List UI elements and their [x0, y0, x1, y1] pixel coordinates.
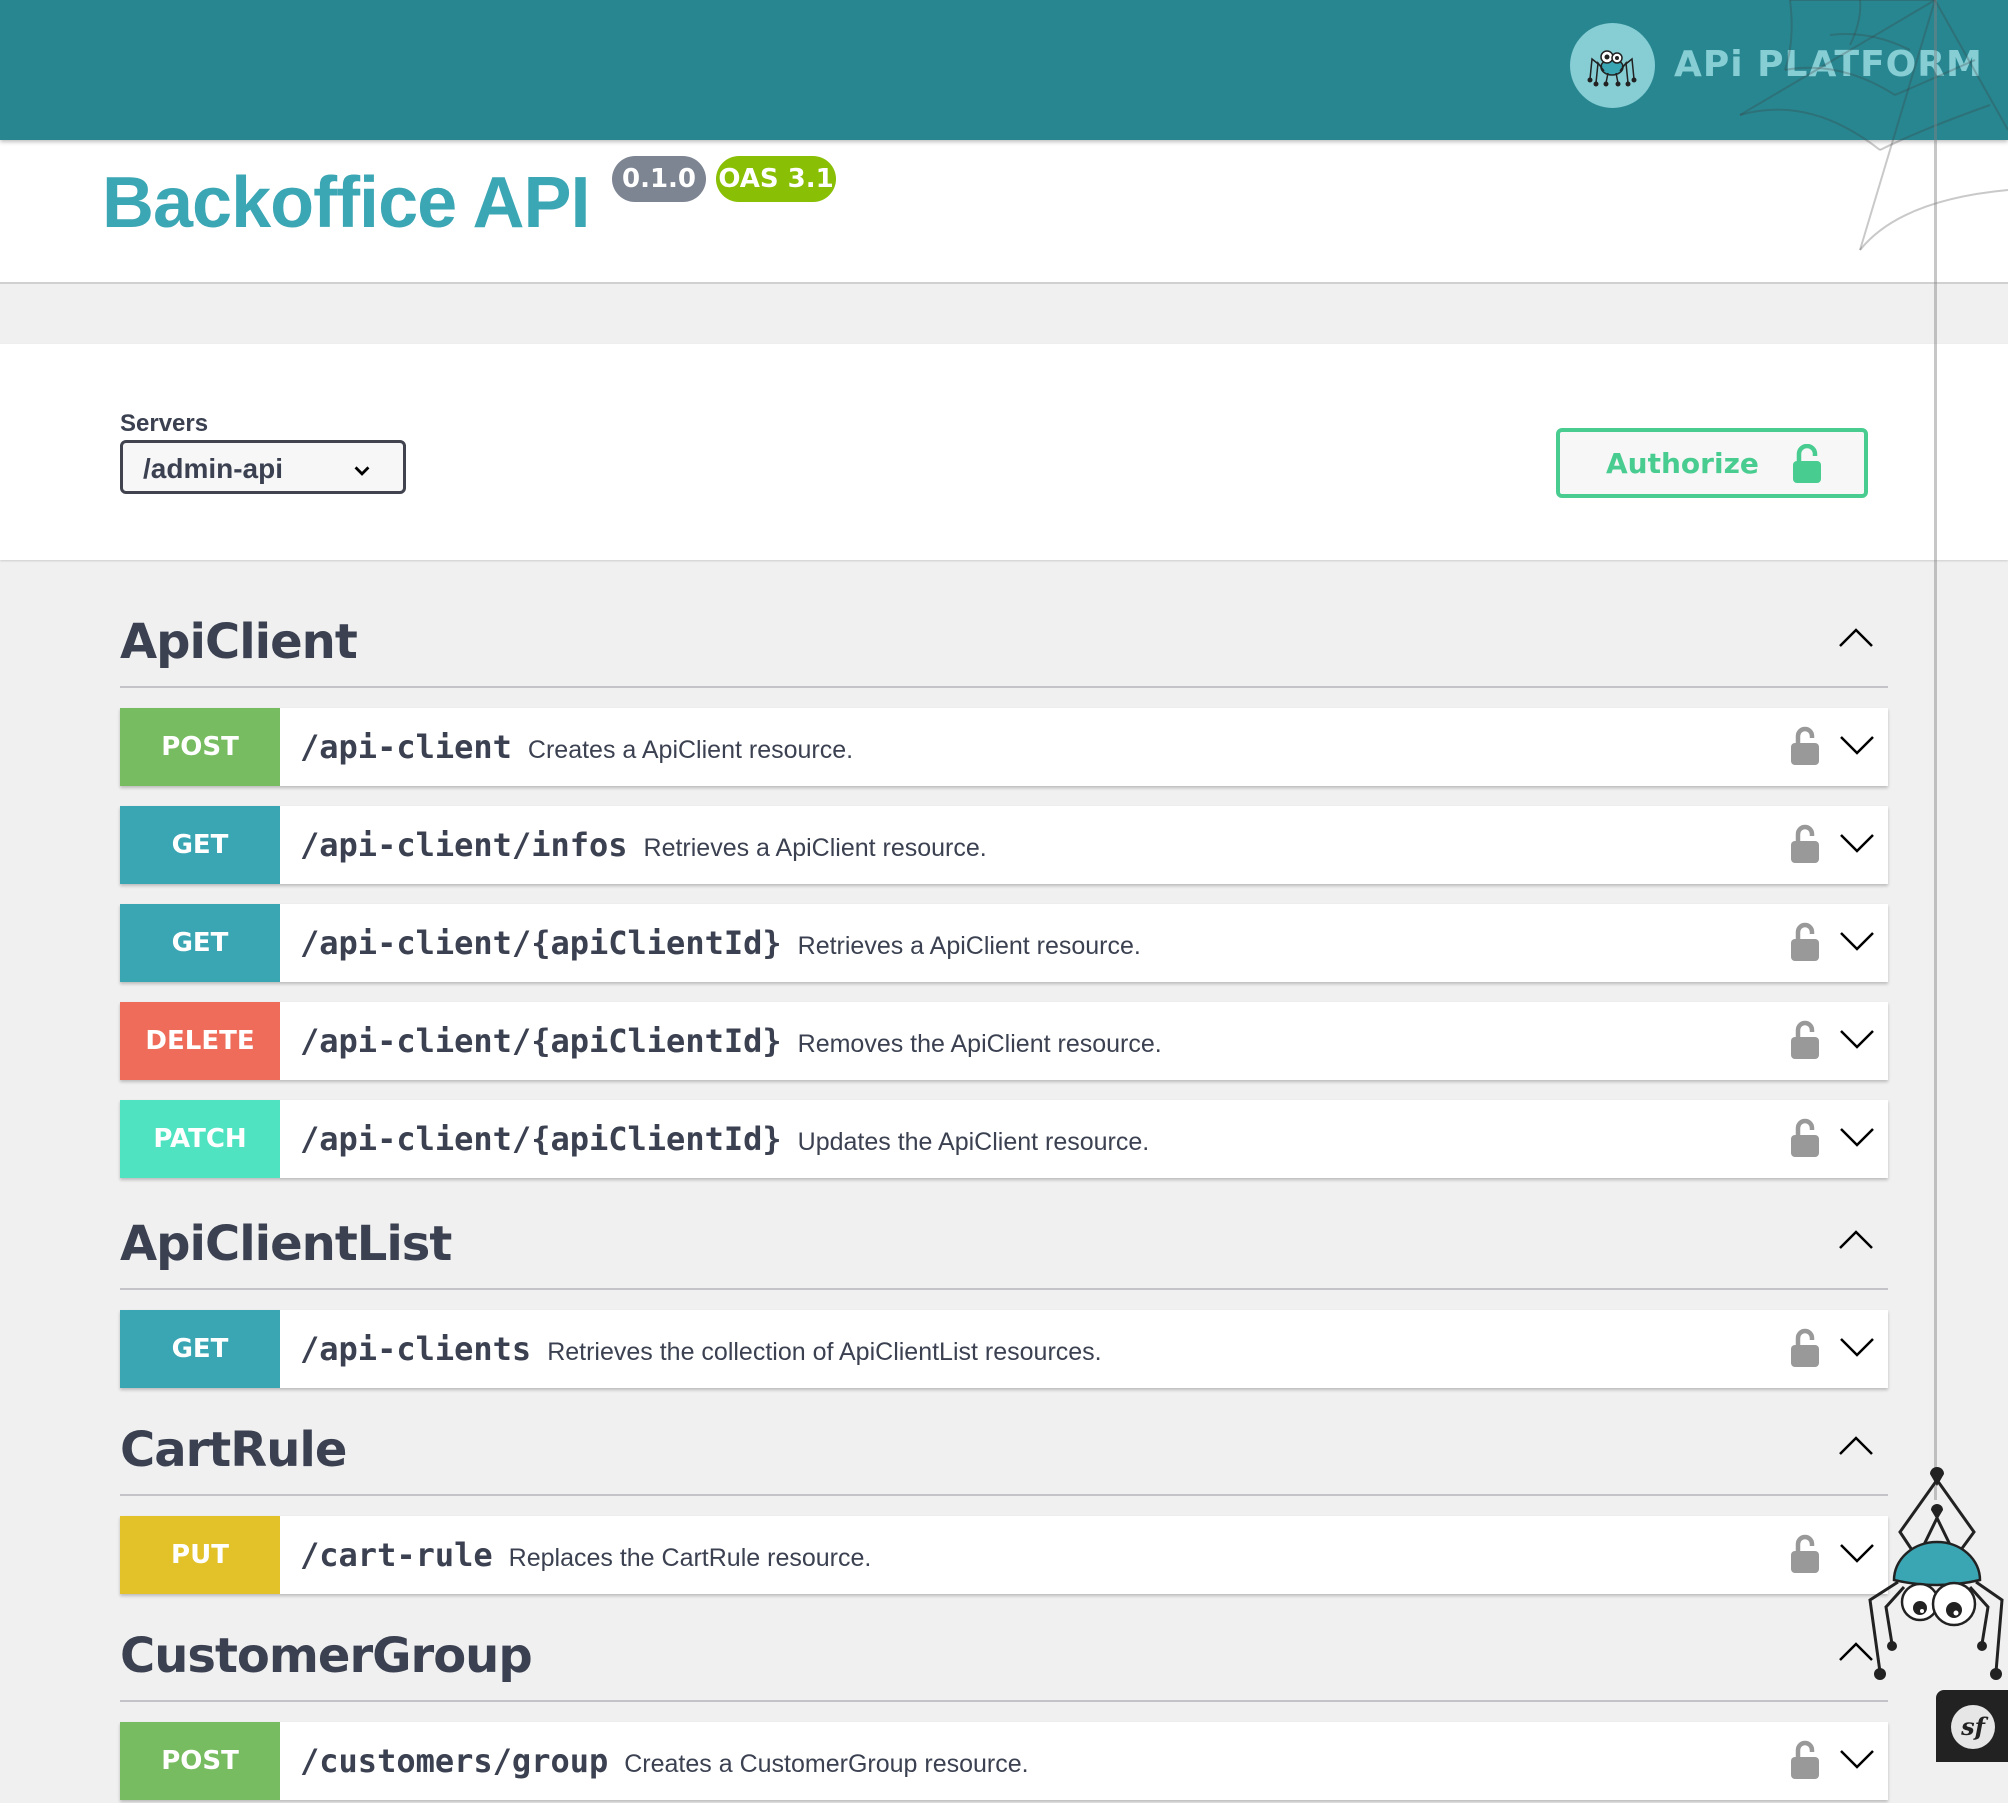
operation-row[interactable]: POST/customers/group Creates a CustomerGr…	[120, 1722, 1888, 1800]
operation-summary: Replaces the CartRule resource.	[508, 1544, 872, 1572]
unlock-icon[interactable]	[1790, 922, 1820, 962]
unlock-icon[interactable]	[1790, 1328, 1820, 1368]
operation-summary: Retrieves a ApiClient resource.	[797, 932, 1141, 960]
chevron-down-icon[interactable]	[1838, 832, 1876, 854]
method-badge: GET	[120, 806, 280, 884]
operation-row[interactable]: PUT/cart-rule Replaces the CartRule resou…	[120, 1516, 1888, 1594]
operation-summary: Creates a CustomerGroup resource.	[624, 1750, 1029, 1778]
method-badge: PATCH	[120, 1100, 280, 1178]
operation-summary: Retrieves a ApiClient resource.	[643, 834, 987, 862]
operation-path: /customers/group	[300, 1742, 609, 1780]
method-badge: GET	[120, 1310, 280, 1388]
unlock-icon	[1793, 444, 1821, 483]
chevron-down-icon[interactable]	[1838, 1028, 1876, 1050]
operation-path-container: /api-client/{apiClientId} Updates the Api…	[300, 1100, 1149, 1181]
operation-summary: Retrieves the collection of ApiClientLis…	[547, 1338, 1102, 1366]
method-badge: POST	[120, 1722, 280, 1800]
authorize-label: Authorize	[1606, 447, 1759, 480]
operation-row[interactable]: GET/api-client/infos Retrieves a ApiClien…	[120, 806, 1888, 884]
api-platform-logo[interactable]	[1570, 23, 1655, 108]
operation-summary: Removes the ApiClient resource.	[797, 1030, 1162, 1058]
section-header[interactable]: ApiClient	[120, 612, 1888, 688]
api-info: Backoffice API 0.1.0 OAS 3.1	[0, 140, 2008, 284]
spider-logo-icon	[1587, 50, 1637, 87]
operation-row[interactable]: GET/api-client/{apiClientId} Retrieves a …	[120, 904, 1888, 982]
operation-row[interactable]: GET/api-clients Retrieves the collection …	[120, 1310, 1888, 1388]
version-badge: 0.1.0	[612, 156, 706, 202]
operation-path: /api-clients	[300, 1330, 532, 1368]
authorize-button[interactable]: Authorize	[1556, 428, 1868, 498]
chevron-down-icon[interactable]	[1838, 1336, 1876, 1358]
section-title: CartRule	[120, 1422, 347, 1478]
unlock-icon[interactable]	[1790, 726, 1820, 766]
method-badge: POST	[120, 708, 280, 786]
operation-path: /api-client	[300, 728, 512, 766]
operation-path: /api-client/infos	[300, 826, 628, 864]
operation-summary: Creates a ApiClient resource.	[527, 736, 854, 764]
operation-summary: Updates the ApiClient resource.	[797, 1128, 1150, 1156]
section-header[interactable]: ApiClientList	[120, 1214, 1888, 1290]
section-title: CustomerGroup	[120, 1628, 533, 1684]
chevron-down-icon[interactable]	[1838, 930, 1876, 952]
operation-path: /api-client/{apiClientId}	[300, 924, 782, 962]
servers-label: Servers	[120, 410, 209, 437]
unlock-icon[interactable]	[1790, 1534, 1820, 1574]
chevron-up-icon[interactable]	[1836, 1228, 1876, 1252]
section-title: ApiClientList	[120, 1216, 452, 1272]
operation-path-container: /api-client/{apiClientId} Retrieves a Api…	[300, 904, 1141, 985]
section-header[interactable]: CartRule	[120, 1420, 1888, 1496]
unlock-icon[interactable]	[1790, 1740, 1820, 1780]
symfony-logo-icon: sf	[1951, 1705, 1995, 1749]
top-bar: APi PLATFORM	[0, 0, 2008, 140]
chevron-down-icon	[354, 466, 370, 476]
operation-path-container: /api-client/{apiClientId} Removes the Api…	[300, 1002, 1162, 1083]
chevron-up-icon[interactable]	[1836, 626, 1876, 650]
spider-mascot-icon	[1868, 1467, 2004, 1680]
servers-select[interactable]: /admin-api	[120, 440, 406, 494]
operation-path: /api-client/{apiClientId}	[300, 1120, 782, 1158]
operation-path: /api-client/{apiClientId}	[300, 1022, 782, 1060]
spider-thread	[1934, 0, 1937, 1500]
operation-path-container: /api-client Creates a ApiClient resource.	[300, 708, 853, 789]
method-badge: DELETE	[120, 1002, 280, 1080]
unlock-icon[interactable]	[1790, 1020, 1820, 1060]
page-title: Backoffice API	[102, 163, 591, 243]
chevron-up-icon[interactable]	[1836, 1434, 1876, 1458]
operation-path: /cart-rule	[300, 1536, 493, 1574]
servers-bar: Servers /admin-api Authorize	[0, 344, 2008, 560]
operation-path-container: /api-clients Retrieves the collection of …	[300, 1310, 1102, 1391]
oas-badge: OAS 3.1	[716, 156, 836, 202]
unlock-icon[interactable]	[1790, 824, 1820, 864]
chevron-down-icon[interactable]	[1838, 1126, 1876, 1148]
operation-row[interactable]: POST/api-client Creates a ApiClient resou…	[120, 708, 1888, 786]
method-badge: PUT	[120, 1516, 280, 1594]
chevron-down-icon[interactable]	[1838, 734, 1876, 756]
section-title: ApiClient	[120, 614, 358, 670]
section-header[interactable]: CustomerGroup	[120, 1626, 1888, 1702]
operation-path-container: /api-client/infos Retrieves a ApiClient r…	[300, 806, 987, 887]
unlock-icon[interactable]	[1790, 1118, 1820, 1158]
operation-row[interactable]: DELETE/api-client/{apiClientId} Removes t…	[120, 1002, 1888, 1080]
servers-selected-value: /admin-api	[143, 453, 284, 484]
operation-path-container: /customers/group Creates a CustomerGroup …	[300, 1722, 1029, 1803]
chevron-down-icon[interactable]	[1838, 1748, 1876, 1770]
symfony-toolbar-toggle[interactable]: sf	[1936, 1690, 2008, 1762]
method-badge: GET	[120, 904, 280, 982]
operation-row[interactable]: PATCH/api-client/{apiClientId} Updates th…	[120, 1100, 1888, 1178]
operation-path-container: /cart-rule Replaces the CartRule resource…	[300, 1516, 871, 1597]
